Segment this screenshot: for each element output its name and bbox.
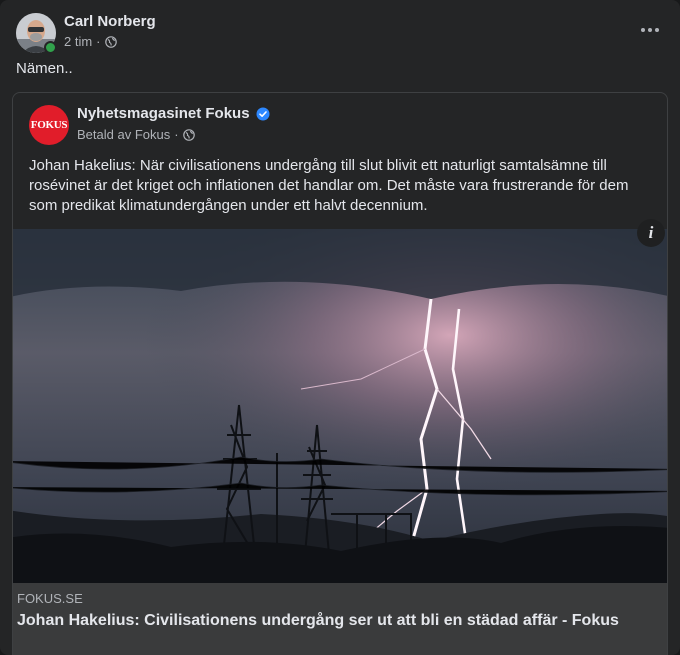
link-image-lightning[interactable] xyxy=(13,229,667,583)
feed-post: Carl Norberg 2 tim · Nämen.. FOKUS Nyhet… xyxy=(0,0,680,655)
shared-post[interactable]: FOKUS Nyhetsmagasinet Fokus Betald av Fo… xyxy=(12,92,668,655)
link-domain: FOKUS.SE xyxy=(17,591,83,606)
link-preview[interactable]: FOKUS.SE Johan Hakelius: Civilisationens… xyxy=(13,583,667,655)
page-name[interactable]: Nyhetsmagasinet Fokus xyxy=(77,105,250,122)
post-text: Nämen.. xyxy=(16,60,73,77)
globe-icon xyxy=(182,128,195,141)
info-icon[interactable]: i xyxy=(637,219,665,247)
meta-separator: · xyxy=(96,34,101,49)
online-status-dot xyxy=(44,41,57,54)
page-logo[interactable]: FOKUS xyxy=(29,105,69,145)
post-meta: 2 tim · xyxy=(64,34,117,49)
sponsored-meta: Betald av Fokus · xyxy=(77,127,195,142)
globe-icon xyxy=(104,35,117,48)
more-options-icon[interactable] xyxy=(638,22,662,38)
sponsored-separator: · xyxy=(174,127,179,142)
post-time[interactable]: 2 tim xyxy=(64,34,92,49)
post-author[interactable]: Carl Norberg xyxy=(64,13,156,30)
page-name-row: Nyhetsmagasinet Fokus xyxy=(77,105,270,122)
sponsored-label[interactable]: Betald av Fokus xyxy=(77,127,170,142)
link-title[interactable]: Johan Hakelius: Civilisationens undergån… xyxy=(17,611,657,631)
shared-post-text: Johan Hakelius: När civilisationens unde… xyxy=(29,157,629,214)
verified-badge-icon xyxy=(256,107,270,120)
